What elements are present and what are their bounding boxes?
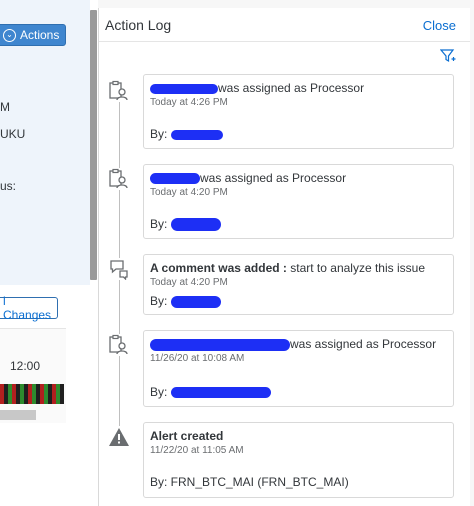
redacted-name bbox=[150, 173, 200, 185]
filter-icon[interactable] bbox=[440, 48, 456, 64]
alert-icon bbox=[108, 426, 130, 448]
time-label: 12:00 bbox=[10, 359, 41, 373]
redacted-name bbox=[170, 387, 271, 399]
redacted-name bbox=[170, 129, 223, 140]
log-entry-card: A comment was added : start to analyze t… bbox=[143, 254, 454, 315]
log-entry-card: was assigned as Processor 11/26/20 at 10… bbox=[143, 330, 454, 407]
entry-text: start to analyze this issue bbox=[286, 261, 425, 275]
changes-label: l Changes bbox=[3, 294, 52, 322]
redacted-name bbox=[150, 83, 218, 94]
entry-heading: A comment was added : bbox=[150, 261, 287, 275]
actions-button[interactable]: ⌄ Actions bbox=[0, 24, 66, 46]
entry-text: was assigned as Processor bbox=[200, 171, 347, 185]
log-entry-card: Alert created 11/22/20 at 11:05 AM By: F… bbox=[143, 422, 454, 498]
horizontal-scrollbar[interactable] bbox=[0, 410, 36, 420]
panel-title: Action Log bbox=[105, 17, 172, 33]
entry-by: By: bbox=[150, 294, 168, 308]
truncated-text: us: bbox=[0, 179, 17, 193]
entry-by: By: bbox=[150, 385, 168, 399]
entry-by: By: FRN_BTC_MAI (FRN_BTC_MAI) bbox=[150, 475, 349, 489]
app-root: ⌄ Actions M UKU us: l Changes 12:00 Acti… bbox=[0, 0, 474, 506]
redacted-name bbox=[170, 295, 221, 308]
chevron-down-circle-icon: ⌄ bbox=[3, 28, 16, 42]
background-object-page: ⌄ Actions M UKU us: l Changes 12:00 bbox=[0, 0, 98, 506]
entry-date: Today at 4:20 PM bbox=[150, 277, 228, 288]
entry-text: was assigned as Processor bbox=[218, 81, 365, 95]
truncated-text: UKU bbox=[0, 127, 26, 141]
truncated-text: M bbox=[0, 100, 10, 114]
changes-button[interactable]: l Changes bbox=[0, 294, 58, 322]
actions-label: Actions bbox=[20, 28, 60, 42]
log-entry-card: was assigned as Processor Today at 4:20 … bbox=[143, 164, 454, 239]
timeline-chart bbox=[0, 328, 66, 423]
entry-date: Today at 4:20 PM bbox=[150, 187, 228, 198]
heat-cell bbox=[60, 384, 64, 404]
entry-heading: Alert created bbox=[150, 429, 224, 443]
action-log-panel: Action Log Close was assigned as Process… bbox=[98, 8, 470, 506]
user-assignment-icon bbox=[108, 168, 130, 190]
comment-icon bbox=[108, 258, 130, 280]
redacted-name bbox=[170, 218, 221, 232]
entry-date: 11/26/20 at 10:08 AM bbox=[150, 353, 245, 364]
entry-by: By: bbox=[150, 217, 168, 231]
user-assignment-icon bbox=[108, 80, 130, 102]
entry-text: was assigned as Processor bbox=[290, 337, 437, 351]
redacted-name bbox=[150, 338, 290, 351]
status-heat-strip bbox=[0, 384, 64, 404]
entry-date: Today at 4:26 PM bbox=[150, 97, 228, 108]
entry-by: By: bbox=[150, 127, 168, 141]
entry-date: 11/22/20 at 11:05 AM bbox=[150, 445, 244, 456]
user-assignment-icon bbox=[108, 334, 130, 356]
vertical-scrollbar[interactable] bbox=[90, 10, 97, 280]
log-entry-card: was assigned as Processor Today at 4:26 … bbox=[143, 74, 454, 149]
panel-header: Action Log Close bbox=[99, 8, 470, 42]
close-link[interactable]: Close bbox=[423, 18, 456, 33]
